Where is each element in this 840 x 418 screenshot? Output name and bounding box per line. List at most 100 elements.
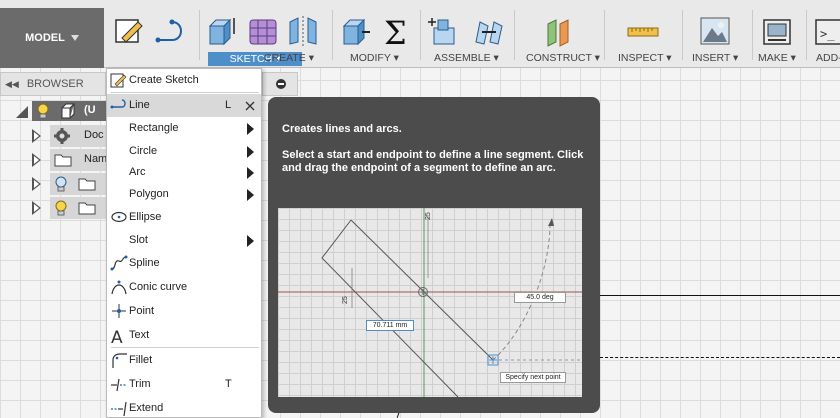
menu-item-slot[interactable]: Slot	[107, 229, 261, 252]
folder-icon	[78, 178, 96, 191]
minimize-icon[interactable]	[275, 78, 287, 90]
extend-icon	[111, 401, 127, 417]
sketch-dropdown-menu: Create Sketch Line L Rectangle Circle Ar…	[106, 68, 262, 418]
menu-item-spline[interactable]: Spline	[107, 252, 261, 275]
assemble-menu-button[interactable]: ASSEMBLE ▾	[434, 52, 499, 64]
make-group: MAKE ▾	[754, 0, 804, 68]
offset-plane-icon[interactable]	[542, 14, 576, 48]
menu-item-arc[interactable]: Arc	[107, 161, 261, 184]
joint-icon[interactable]	[470, 14, 504, 48]
lightbulb-icon[interactable]	[54, 200, 68, 216]
dimension-label: 25	[425, 212, 432, 220]
menu-item-rectangle[interactable]: Rectangle	[107, 117, 261, 140]
svg-text:Σ: Σ	[384, 14, 407, 48]
tooltip-description: Select a start and endpoint to define a …	[282, 149, 584, 174]
create-sketch-icon[interactable]	[112, 14, 146, 48]
menu-item-ellipse[interactable]: Ellipse	[107, 206, 261, 229]
svg-text:>_: >_	[820, 27, 835, 41]
extrude-icon[interactable]	[204, 14, 238, 48]
row-label: Doc	[84, 129, 104, 141]
menu-item-circle[interactable]: Circle	[107, 140, 261, 163]
menu-item-extend[interactable]: Extend	[107, 397, 261, 418]
point-icon	[112, 304, 126, 318]
line-arc-icon[interactable]	[154, 14, 188, 48]
3d-print-icon[interactable]	[760, 14, 794, 48]
component-icon	[61, 103, 76, 119]
tooltip-illustration: 25 25 70.711 mm 45.0 deg Specify next po…	[278, 208, 582, 397]
construct-group: CONSTRUCT ▾	[516, 0, 600, 68]
folder-icon	[78, 202, 96, 215]
sum-icon[interactable]: Σ	[380, 14, 414, 48]
menu-item-line[interactable]: Line L	[107, 94, 261, 117]
root-label: (U	[84, 104, 96, 116]
collapse-triangle-icon[interactable]	[14, 104, 30, 120]
browser-title: BROWSER	[26, 78, 84, 90]
submenu-arrow-icon	[247, 146, 254, 158]
create-sketch-icon	[110, 73, 127, 88]
submenu-arrow-icon	[247, 167, 254, 179]
browser-row-origin[interactable]	[0, 173, 106, 195]
browser-row-named-views[interactable]: Nam	[0, 149, 108, 171]
browser-row-document-settings[interactable]: Doc	[0, 125, 106, 147]
menu-item-trim[interactable]: Trim T	[107, 373, 261, 396]
insert-image-icon[interactable]	[698, 14, 732, 48]
submenu-arrow-icon	[247, 189, 254, 201]
conic-curve-icon	[111, 280, 127, 295]
sketch-group: SKETCH ▾	[104, 0, 302, 68]
prompt-label: Specify next point	[500, 372, 566, 383]
browser-root-row[interactable]: (U	[0, 100, 106, 122]
press-pull-icon[interactable]	[338, 14, 372, 48]
close-icon[interactable]	[245, 101, 255, 111]
caret-down-icon	[70, 35, 79, 41]
shortcut-key: T	[225, 378, 232, 390]
toolbar: MODEL SKETCH ▾ CREATE ▾ Σ MODIFY ▾ ASSEM…	[0, 0, 840, 68]
svg-text:A: A	[111, 328, 123, 344]
row-label: Nam	[84, 153, 108, 165]
toolbar-separator	[420, 10, 421, 60]
workspace-label: MODEL	[25, 32, 65, 44]
browser-header-right	[262, 72, 298, 96]
lightbulb-off-icon[interactable]	[54, 176, 68, 192]
toolbar-separator	[332, 10, 333, 60]
browser-header[interactable]: ◀◀ BROWSER	[0, 72, 106, 96]
menu-item-point[interactable]: Point	[107, 300, 261, 323]
length-input: 70.711 mm	[366, 320, 414, 331]
angle-input: 45.0 deg	[514, 292, 566, 303]
text-icon: A	[111, 328, 123, 344]
create-group: CREATE ▾	[200, 0, 330, 68]
toolbar-separator	[752, 10, 753, 60]
create-menu-button[interactable]: CREATE ▾	[264, 52, 314, 64]
mirror-icon[interactable]	[286, 14, 320, 48]
menu-item-text[interactable]: A Text	[107, 324, 261, 347]
line-tool-tooltip: Creates lines and arcs. Select a start a…	[268, 97, 600, 413]
create-form-icon[interactable]	[246, 14, 280, 48]
modify-group: Σ MODIFY ▾	[334, 0, 418, 68]
inspect-menu-button[interactable]: INSPECT ▾	[618, 52, 672, 64]
insert-menu-button[interactable]: INSERT ▾	[692, 52, 738, 64]
menu-item-conic-curve[interactable]: Conic curve	[107, 276, 261, 299]
new-component-icon[interactable]	[428, 14, 462, 48]
shortcut-key: L	[225, 99, 232, 111]
submenu-arrow-icon	[247, 235, 254, 247]
measure-icon[interactable]	[626, 14, 660, 48]
fillet-icon	[112, 353, 127, 368]
menu-item-fillet[interactable]: Fillet	[107, 349, 261, 372]
assemble-group: ASSEMBLE ▾	[422, 0, 508, 68]
trim-icon	[111, 378, 127, 392]
workspace-switcher[interactable]: MODEL	[0, 8, 104, 68]
menu-item-polygon[interactable]: Polygon	[107, 183, 261, 206]
inspect-group: INSPECT ▾	[606, 0, 676, 68]
sketch-line	[600, 295, 840, 296]
collapse-icon[interactable]: ◀◀	[5, 79, 19, 90]
submenu-arrow-icon	[247, 123, 254, 135]
scripts-icon[interactable]: >_	[814, 14, 840, 48]
modify-menu-button[interactable]: MODIFY ▾	[350, 52, 399, 64]
dimension-label: 25	[342, 296, 349, 304]
browser-row-sketches[interactable]	[0, 197, 106, 219]
construct-menu-button[interactable]: CONSTRUCT ▾	[526, 52, 600, 64]
insert-group: INSERT ▾	[684, 0, 750, 68]
menu-item-create-sketch[interactable]: Create Sketch	[107, 69, 261, 92]
addins-menu-button[interactable]: ADD-	[816, 52, 840, 64]
lightbulb-icon[interactable]	[36, 103, 50, 119]
make-menu-button[interactable]: MAKE ▾	[758, 52, 796, 64]
